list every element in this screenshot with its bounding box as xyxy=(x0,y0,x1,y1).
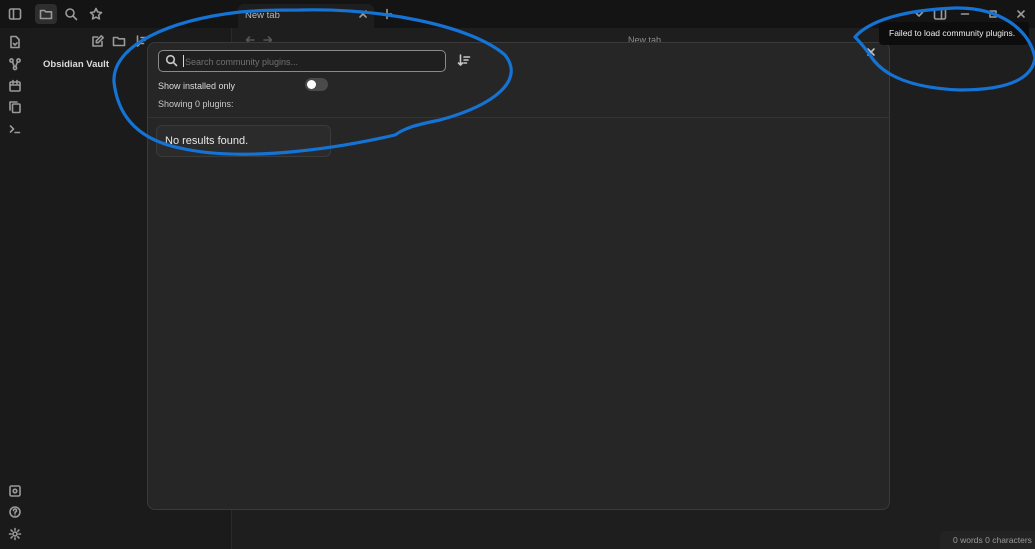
settings-button[interactable] xyxy=(6,525,24,543)
left-ribbon xyxy=(0,28,31,549)
search-icon xyxy=(165,54,178,67)
bookmarks-button[interactable] xyxy=(85,4,107,24)
sort-icon xyxy=(134,35,148,47)
tab-close-button[interactable] xyxy=(358,9,368,19)
community-plugins-modal: Show installed only Showing 0 plugins: N… xyxy=(147,42,890,510)
sidebar-toggle-icon xyxy=(8,8,22,20)
toggle-knob xyxy=(307,80,316,89)
plus-icon xyxy=(381,8,393,20)
terminal-icon xyxy=(9,125,21,134)
plugin-count: Showing 0 plugins: xyxy=(158,99,234,109)
minimize-button[interactable] xyxy=(954,4,976,24)
right-sidebar-icon xyxy=(933,8,947,20)
vault-name: Obsidian Vault xyxy=(43,59,109,70)
show-installed-toggle[interactable] xyxy=(305,78,328,91)
error-notice[interactable]: Failed to load community plugins. xyxy=(879,22,1029,45)
tab-label: New tab xyxy=(245,10,280,21)
right-sidebar-toggle-button[interactable] xyxy=(929,4,951,24)
search-input[interactable] xyxy=(183,51,442,73)
folder-plus-icon xyxy=(112,36,126,47)
graph-icon xyxy=(9,58,21,71)
calendar-icon xyxy=(9,79,21,92)
sort-icon xyxy=(457,54,471,66)
status-bar: 0 words 0 characters xyxy=(940,531,1035,549)
new-note-button[interactable] xyxy=(91,34,105,48)
close-icon xyxy=(867,48,875,56)
tab-new-tab[interactable]: New tab xyxy=(238,4,374,28)
close-modal-button[interactable] xyxy=(866,47,876,57)
open-daily-note-button[interactable] xyxy=(6,77,24,95)
help-icon xyxy=(9,506,21,518)
show-installed-label: Show installed only xyxy=(158,81,236,91)
toggle-sidebar-button[interactable] xyxy=(4,4,26,24)
chevron-down-icon xyxy=(914,11,924,17)
search-button[interactable] xyxy=(60,4,82,24)
insert-template-button[interactable] xyxy=(6,98,24,116)
files-button[interactable] xyxy=(35,4,57,24)
no-results-text: No results found. xyxy=(165,135,249,147)
search-box[interactable] xyxy=(158,50,446,73)
folder-icon xyxy=(39,9,53,20)
tab-list-button[interactable] xyxy=(908,4,930,24)
star-icon xyxy=(89,7,103,20)
word-count: 0 words 0 characters xyxy=(953,535,1032,545)
open-another-vault-button[interactable] xyxy=(6,482,24,500)
edit-icon xyxy=(92,35,104,47)
no-results-message: No results found. xyxy=(156,125,331,157)
vault-icon xyxy=(9,485,21,497)
maximize-icon xyxy=(989,10,997,18)
open-quick-switcher-button[interactable] xyxy=(6,33,24,51)
close-window-button[interactable] xyxy=(1010,4,1032,24)
close-icon xyxy=(1017,10,1025,18)
open-graph-view-button[interactable] xyxy=(6,55,24,73)
close-icon xyxy=(359,10,367,18)
new-tab-button[interactable] xyxy=(376,4,398,24)
search-icon xyxy=(65,8,78,21)
help-button[interactable] xyxy=(6,503,24,521)
sort-plugins-button[interactable] xyxy=(457,53,471,67)
minimize-icon xyxy=(960,13,970,15)
text-caret xyxy=(183,55,184,67)
divider xyxy=(148,117,889,118)
command-palette-button[interactable] xyxy=(6,120,24,138)
maximize-button[interactable] xyxy=(982,4,1004,24)
sort-button[interactable] xyxy=(134,34,148,48)
notice-text: Failed to load community plugins. xyxy=(889,28,1016,38)
new-folder-button[interactable] xyxy=(112,34,126,48)
copy-icon xyxy=(9,101,21,114)
file-icon xyxy=(10,35,20,49)
gear-icon xyxy=(8,527,22,541)
